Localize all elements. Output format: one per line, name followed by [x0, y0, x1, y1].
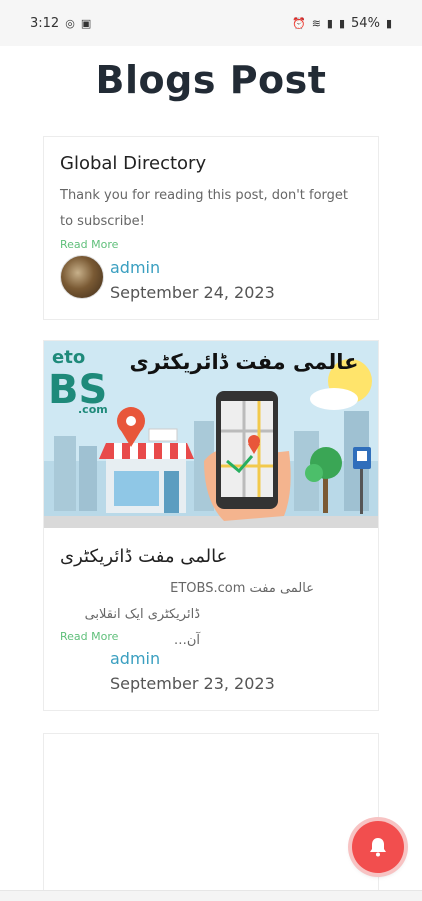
battery-icon: ▮ [385, 16, 392, 30]
logo-dotcom: .com [78, 403, 108, 416]
status-time: 3:12 [30, 15, 60, 31]
status-bar: 3:12 ◎ ▣ ⏰ ≋ ▮ ▮ 54% ▮ [0, 0, 422, 46]
post-excerpt-line-2: ڈائریکٹری ایک انقلابی آن… [84, 607, 200, 648]
wifi-icon: ≋ [311, 16, 321, 30]
post-date: September 23, 2023 [110, 674, 275, 693]
logo-eto: eto [52, 347, 85, 368]
post-title[interactable]: عالمی مفت ڈائریکٹری [60, 546, 227, 567]
page-title: Blogs Post [95, 58, 327, 102]
bottom-bar [0, 890, 422, 901]
signal-icon-2: ▮ [338, 16, 346, 30]
battery-level: 54% [351, 15, 380, 31]
post-card[interactable]: eto BS .com عالمی مفت ڈائریکٹری عالمی مف… [43, 340, 379, 711]
read-more-link[interactable]: Read More [60, 630, 118, 643]
author-link[interactable]: admin [110, 258, 160, 277]
notification-icon: ◎ [65, 16, 75, 30]
avatar [60, 255, 104, 299]
post-excerpt: Thank you for reading this post, don't f… [60, 188, 349, 229]
gallery-icon: ▣ [80, 16, 92, 30]
post-excerpt-line-1: عالمی مفت ETOBS.com [170, 581, 314, 596]
author-link[interactable]: admin [110, 649, 160, 668]
post-card[interactable] [43, 733, 379, 900]
alarm-icon: ⏰ [291, 16, 306, 30]
read-more-link[interactable]: Read More [60, 238, 118, 251]
notification-bell-button[interactable] [352, 821, 404, 873]
post-date: September 24, 2023 [110, 283, 275, 302]
banner-text: عالمی مفت ڈائریکٹری [130, 350, 359, 374]
post-card[interactable]: Global Directory Thank you for reading t… [43, 136, 379, 320]
post-featured-image[interactable]: eto BS .com عالمی مفت ڈائریکٹری [44, 341, 378, 528]
bell-icon [370, 838, 386, 857]
signal-icon: ▮ [326, 16, 333, 30]
post-title[interactable]: Global Directory [60, 153, 206, 174]
